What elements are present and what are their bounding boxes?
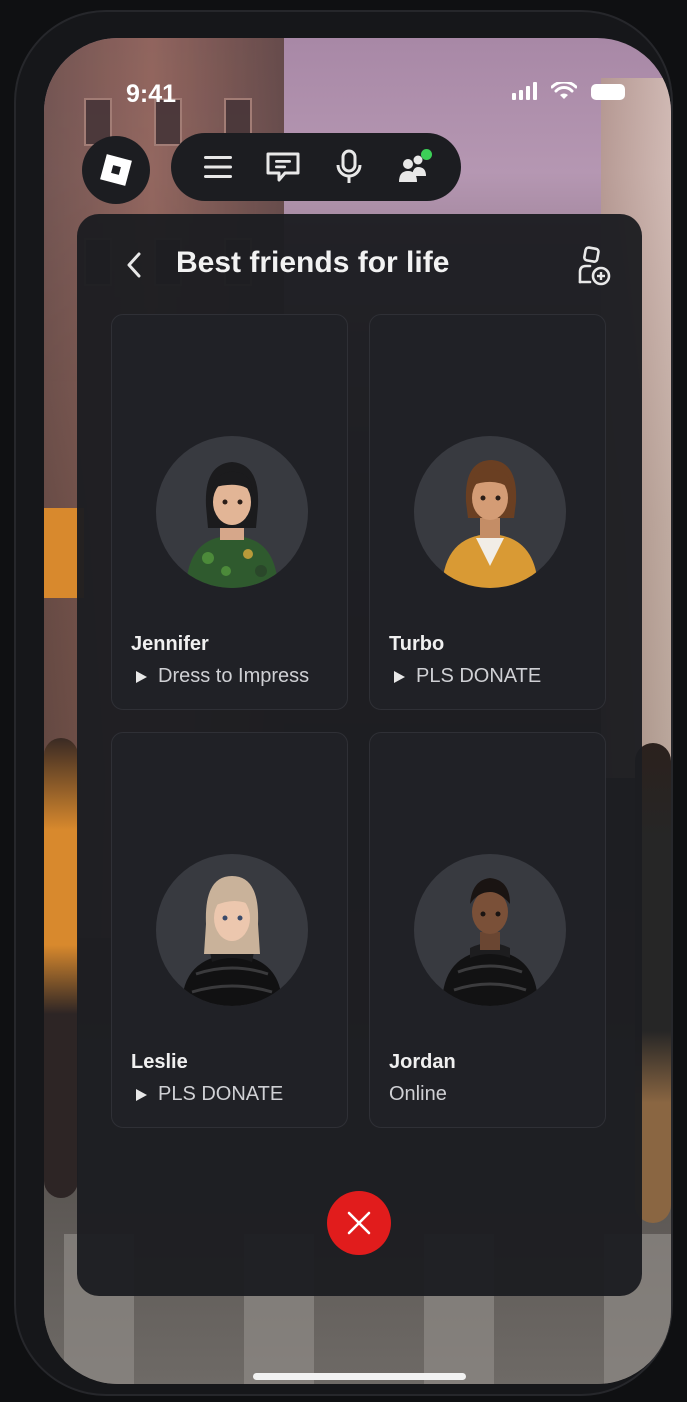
avatar-image	[442, 460, 538, 588]
avatar	[414, 436, 566, 588]
avatar	[414, 854, 566, 1006]
avatar-image	[442, 878, 538, 1006]
close-button[interactable]	[327, 1191, 391, 1255]
friend-game: PLS DONATE	[158, 1083, 284, 1105]
home-indicator[interactable]	[253, 1373, 466, 1380]
phone-frame: 9:41 Best friends for life Jennifer Dres…	[14, 10, 673, 1396]
friend-status: PLS DONATE	[136, 1083, 283, 1106]
friend-card[interactable]: Leslie PLS DONATE	[111, 732, 348, 1128]
add-friend-button[interactable]	[576, 246, 614, 288]
status-bar-time: 9:41	[126, 80, 177, 108]
friend-game: PLS DONATE	[416, 665, 542, 687]
friend-game: Dress to Impress	[158, 665, 310, 687]
play-icon	[394, 670, 405, 683]
friend-name: Turbo	[389, 633, 445, 655]
back-button[interactable]	[117, 248, 151, 282]
friends-panel: Best friends for life Jennifer Dress to …	[77, 214, 642, 1296]
menu-button[interactable]	[198, 147, 238, 187]
menu-icon	[203, 156, 232, 178]
roblox-menu-button[interactable]	[82, 136, 150, 204]
friend-name: Jordan	[389, 1051, 456, 1073]
screen: 9:41 Best friends for life Jennifer Dres…	[44, 38, 671, 1384]
avatar	[156, 436, 308, 588]
avatar-image	[186, 462, 278, 588]
avatar-image	[182, 876, 282, 1006]
add-friend-icon	[578, 246, 611, 286]
friend-status: Online	[389, 1083, 447, 1106]
avatar	[156, 854, 308, 1006]
signal-icon	[512, 82, 537, 100]
toolbar-pill	[171, 133, 461, 201]
friend-online-status: Online	[389, 1083, 447, 1105]
friend-status: PLS DONATE	[394, 665, 541, 688]
close-icon	[347, 1211, 371, 1235]
play-icon	[136, 1088, 147, 1101]
roblox-logo-icon	[100, 154, 132, 186]
friend-card[interactable]: Turbo PLS DONATE	[369, 314, 606, 710]
microphone-icon	[336, 149, 362, 183]
friend-card[interactable]: Jordan Online	[369, 732, 606, 1128]
background-avatar-left	[44, 738, 78, 1198]
play-icon	[136, 670, 147, 683]
friend-name: Leslie	[131, 1051, 188, 1073]
chat-icon	[266, 152, 300, 182]
microphone-button[interactable]	[329, 147, 369, 187]
friends-button[interactable]	[394, 147, 434, 187]
chevron-left-icon	[127, 252, 141, 278]
wifi-icon	[551, 82, 577, 99]
friend-name: Jennifer	[131, 633, 209, 655]
chat-button[interactable]	[263, 147, 303, 187]
panel-title: Best friends for life	[176, 246, 450, 279]
friend-status: Dress to Impress	[136, 665, 309, 688]
battery-icon	[591, 84, 625, 100]
status-bar-icons	[512, 82, 625, 100]
friend-card[interactable]: Jennifer Dress to Impress	[111, 314, 348, 710]
